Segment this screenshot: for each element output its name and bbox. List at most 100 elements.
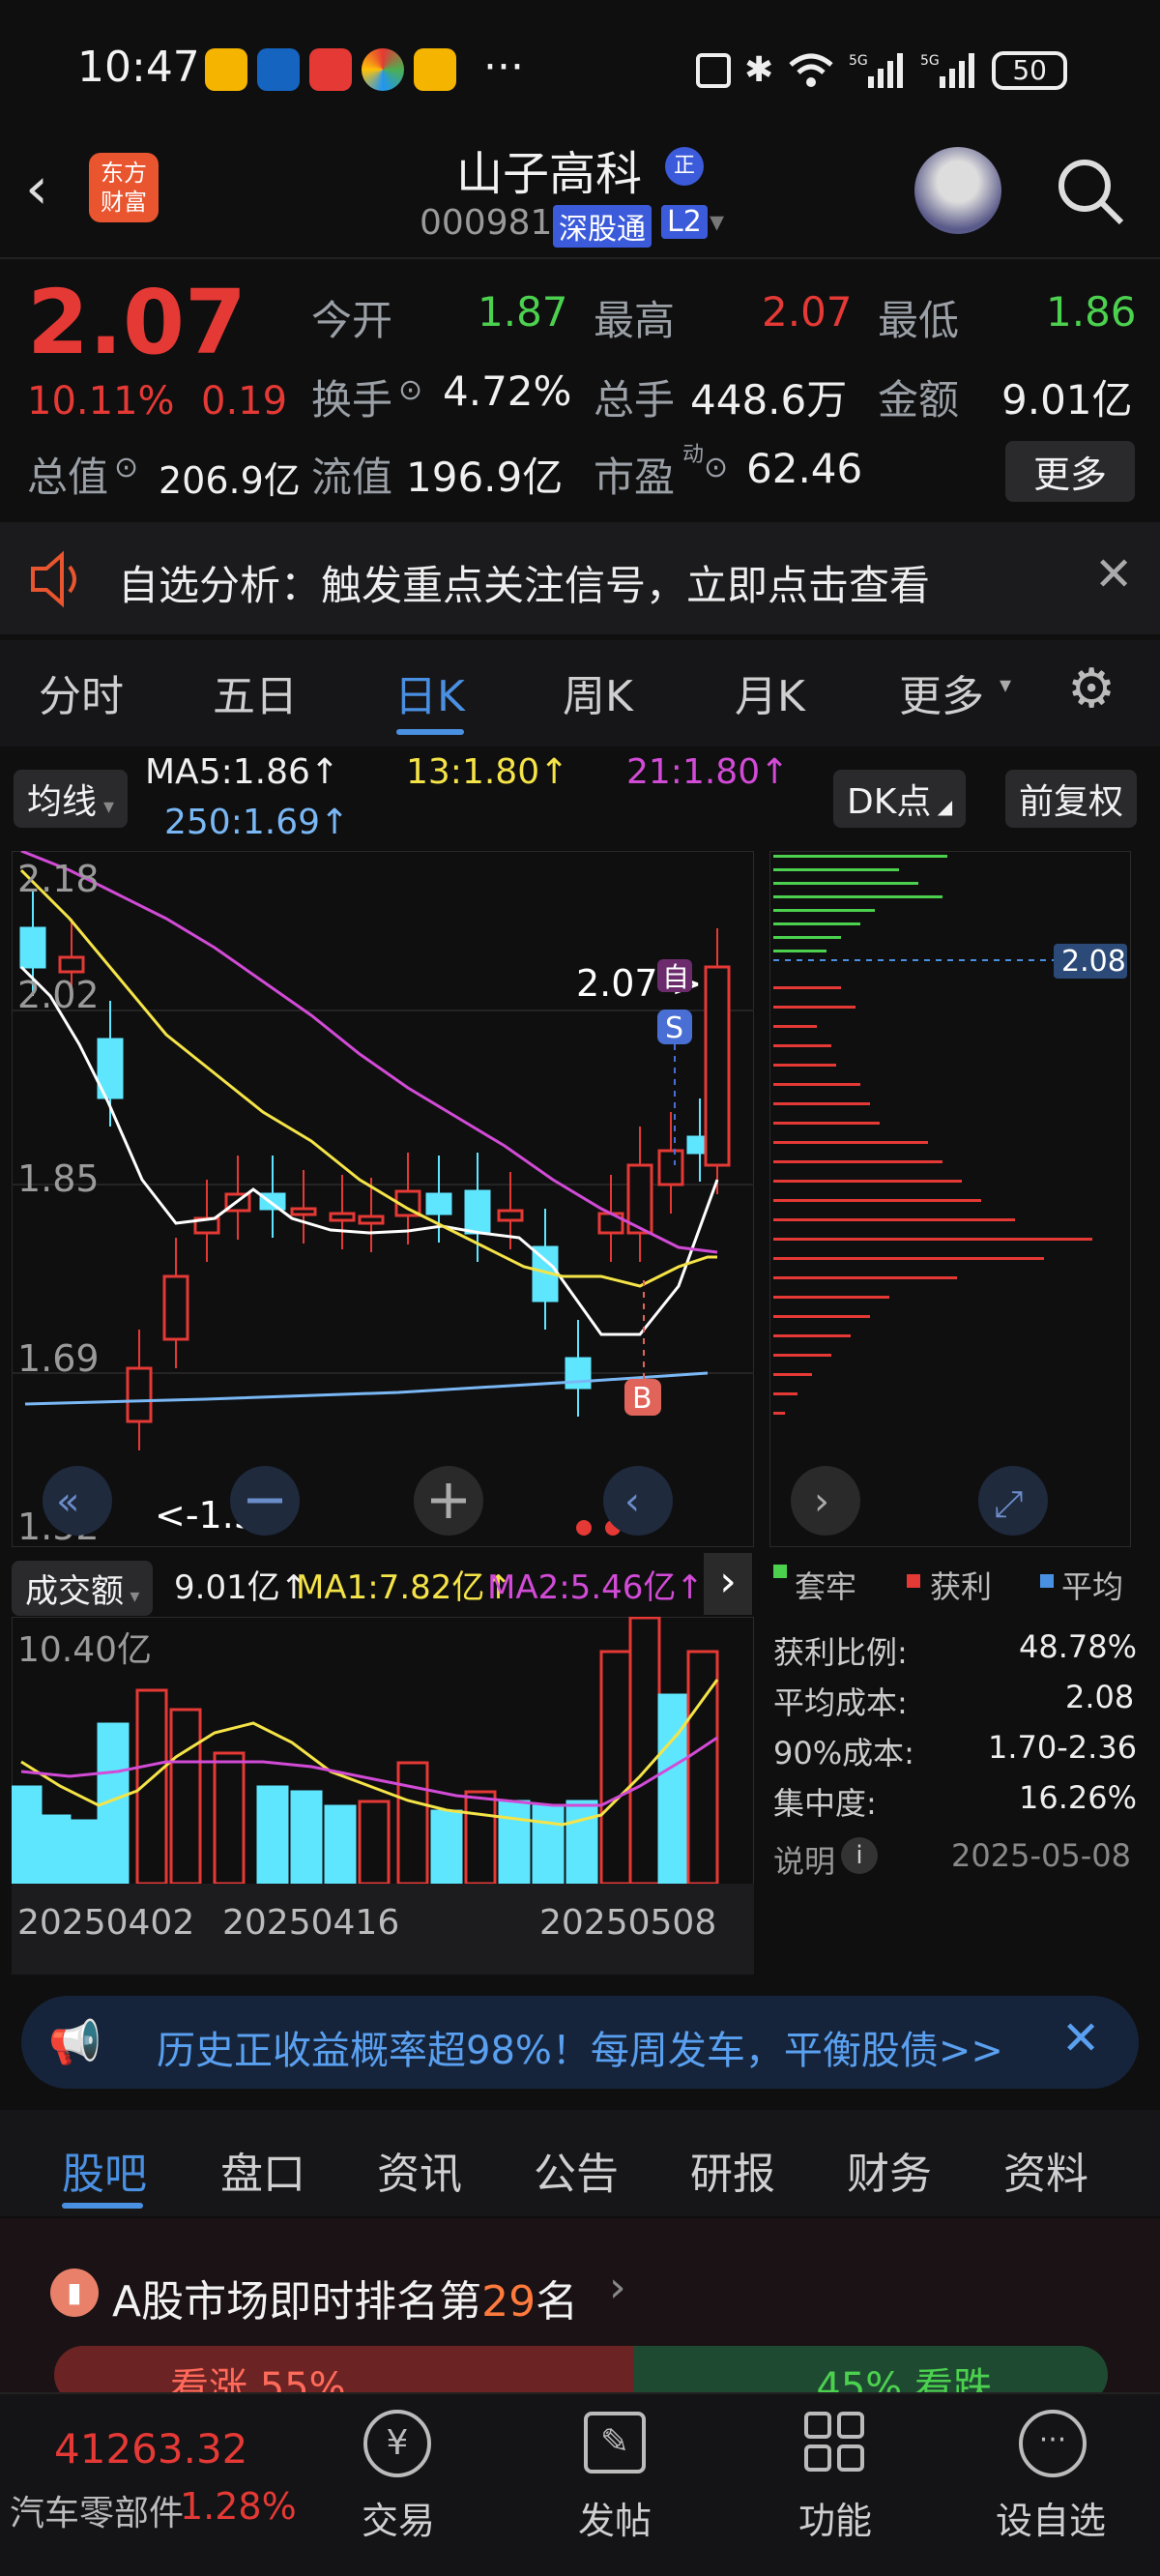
candle bbox=[126, 1366, 153, 1423]
low-value: 1.86 bbox=[1046, 288, 1137, 336]
tab-more[interactable]: 更多 bbox=[899, 661, 984, 723]
assistant-robot-icon[interactable] bbox=[914, 147, 1001, 234]
l2-tag[interactable]: L2 bbox=[661, 205, 708, 239]
signal-icon: 5G bbox=[849, 52, 904, 88]
scroll-left-icon[interactable]: « bbox=[43, 1466, 112, 1536]
kline-chart[interactable]: 2.18 2.02 1.85 1.69 1.52 2.07-> <-1.52 自… bbox=[12, 851, 754, 1547]
function-grid-icon[interactable] bbox=[804, 2412, 866, 2474]
next-icon[interactable]: › bbox=[791, 1466, 860, 1536]
volume-indicator-label: 成交额 bbox=[25, 1572, 124, 1611]
info-icon[interactable]: ⊙ bbox=[704, 451, 728, 484]
amount-label: 金额 bbox=[878, 376, 960, 424]
chip-bar-profit bbox=[773, 1102, 870, 1105]
volume-chart[interactable]: 10.40亿 20250402 20250416 20250508 bbox=[12, 1617, 754, 1975]
notice-text[interactable]: 自选分析：触发重点关注信号，立即点击查看 bbox=[118, 553, 930, 612]
svg-text:‹: ‹ bbox=[624, 1479, 640, 1524]
note-label[interactable]: 说明 bbox=[773, 1837, 835, 1882]
chip-bar-profit bbox=[773, 1238, 1092, 1241]
add-watchlist-icon[interactable]: ··· bbox=[1019, 2410, 1087, 2477]
hk-connect-tag[interactable]: 深股通 bbox=[553, 205, 652, 248]
nav-add-watchlist[interactable]: 设自选 bbox=[996, 2491, 1106, 2544]
legend-profit-swatch bbox=[907, 1574, 920, 1588]
chip-bar-profit bbox=[773, 1006, 856, 1009]
nav-trade[interactable]: 交易 bbox=[362, 2491, 435, 2544]
info-icon[interactable]: i bbox=[841, 1837, 878, 1874]
avg-cost-label: 平均成本: bbox=[773, 1684, 908, 1721]
expand-arrow-icon[interactable]: › bbox=[704, 1553, 752, 1615]
tab-intraday[interactable]: 分时 bbox=[39, 661, 124, 723]
active-tab-indicator bbox=[396, 729, 464, 735]
volume-ma2: MA2:5.46亿↑ bbox=[487, 1568, 704, 1607]
tab-announcement[interactable]: 公告 bbox=[534, 2139, 619, 2201]
legend-trapped: 套牢 bbox=[795, 1568, 857, 1605]
close-icon[interactable]: ✕ bbox=[1061, 2011, 1100, 2065]
back-button[interactable]: ‹ bbox=[25, 155, 48, 222]
tab-finance[interactable]: 财务 bbox=[847, 2139, 932, 2201]
dk-point-button[interactable]: DK点 ◢ bbox=[833, 770, 967, 828]
tab-news[interactable]: 资讯 bbox=[377, 2139, 462, 2201]
bluetooth-icon: ✱ bbox=[744, 50, 774, 90]
sell-mark-text: S bbox=[665, 1011, 683, 1045]
logo-line1: 东方 bbox=[101, 160, 147, 187]
promo-text[interactable]: 历史正收益概率超98%！每周发车，平衡股债>> bbox=[157, 2019, 1046, 2075]
tab-daily-k[interactable]: 日K bbox=[394, 661, 465, 723]
app-icon bbox=[257, 48, 300, 91]
taobao-icon bbox=[309, 48, 352, 91]
gear-icon[interactable]: ⚙ bbox=[1067, 658, 1116, 720]
index-name[interactable]: 汽车零部件 bbox=[10, 2485, 184, 2535]
expand-icon[interactable]: ⤢ bbox=[978, 1466, 1048, 1536]
zoom-in-icon[interactable] bbox=[414, 1466, 483, 1536]
volume-value: 9.01亿↑ bbox=[174, 1568, 308, 1607]
active-tab-indicator bbox=[62, 2203, 143, 2209]
volume-bar bbox=[324, 1804, 357, 1886]
nav-function[interactable]: 功能 bbox=[798, 2491, 872, 2544]
scroll-prev-icon[interactable]: ‹ bbox=[603, 1466, 673, 1536]
tab-guba[interactable]: 股吧 bbox=[62, 2139, 147, 2201]
svg-text:⤢: ⤢ bbox=[994, 1482, 1023, 1525]
trade-icon[interactable]: ¥ bbox=[363, 2410, 431, 2477]
close-icon[interactable]: ✕ bbox=[1094, 547, 1133, 601]
adjust-button[interactable]: 前复权 bbox=[1005, 770, 1138, 828]
turnover-value: 4.72% bbox=[443, 367, 572, 415]
chip-bar-profit bbox=[773, 1296, 889, 1299]
chip-bar-profit bbox=[773, 1160, 942, 1163]
zoom-out-icon[interactable] bbox=[230, 1466, 300, 1536]
rank-number: 29 bbox=[481, 2277, 536, 2327]
chip-bar-profit bbox=[773, 1044, 831, 1047]
chip-bar-trapped bbox=[773, 868, 899, 871]
chip-bar-profit bbox=[773, 1354, 831, 1357]
tab-5day[interactable]: 五日 bbox=[213, 661, 298, 723]
volume-label: 总手 bbox=[594, 376, 676, 424]
info-icon[interactable]: ⊙ bbox=[114, 451, 138, 484]
stock-name: 山子高科 bbox=[456, 147, 643, 201]
volume-bar bbox=[68, 1819, 101, 1886]
indicator-select[interactable]: 均线 ▾ bbox=[14, 770, 129, 828]
float-value: 196.9亿 bbox=[406, 454, 564, 501]
index-value[interactable]: 41263.32 bbox=[54, 2425, 247, 2473]
chevron-right-icon[interactable]: › bbox=[609, 2263, 626, 2312]
tab-pankou[interactable]: 盘口 bbox=[220, 2139, 305, 2201]
change-amount: 0.19 bbox=[201, 379, 288, 424]
chip-bar-trapped bbox=[773, 909, 875, 912]
weibo2-icon bbox=[414, 48, 456, 91]
turnover-label: 换手 bbox=[311, 376, 393, 424]
post-icon[interactable]: ✎ bbox=[584, 2412, 646, 2474]
y-label-1-69: 1.69 bbox=[17, 1337, 100, 1380]
chip-date: 2025-05-08 bbox=[951, 1837, 1131, 1874]
cost90-value: 1.70-2.36 bbox=[988, 1729, 1138, 1766]
volume-bar bbox=[628, 1617, 661, 1886]
nav-post[interactable]: 发帖 bbox=[578, 2491, 652, 2544]
tab-research[interactable]: 研报 bbox=[690, 2139, 775, 2201]
legend-avg: 平均 bbox=[1061, 1568, 1124, 1605]
tab-profile[interactable]: 资料 bbox=[1003, 2139, 1088, 2201]
volume-indicator-select[interactable]: 成交额 ▾ bbox=[12, 1561, 154, 1616]
search-icon[interactable] bbox=[1054, 155, 1127, 228]
more-button[interactable]: 更多 bbox=[1005, 441, 1135, 502]
info-icon[interactable]: ⊙ bbox=[398, 373, 422, 407]
tab-monthly-k[interactable]: 月K bbox=[735, 661, 805, 723]
dropdown-icon[interactable]: ▾ bbox=[710, 205, 724, 239]
chip-bar-profit bbox=[773, 1412, 785, 1415]
chip-distribution-chart[interactable]: 2.08 › ⤢ bbox=[769, 851, 1131, 1547]
candle bbox=[704, 965, 731, 1167]
tab-weekly-k[interactable]: 周K bbox=[563, 661, 633, 723]
